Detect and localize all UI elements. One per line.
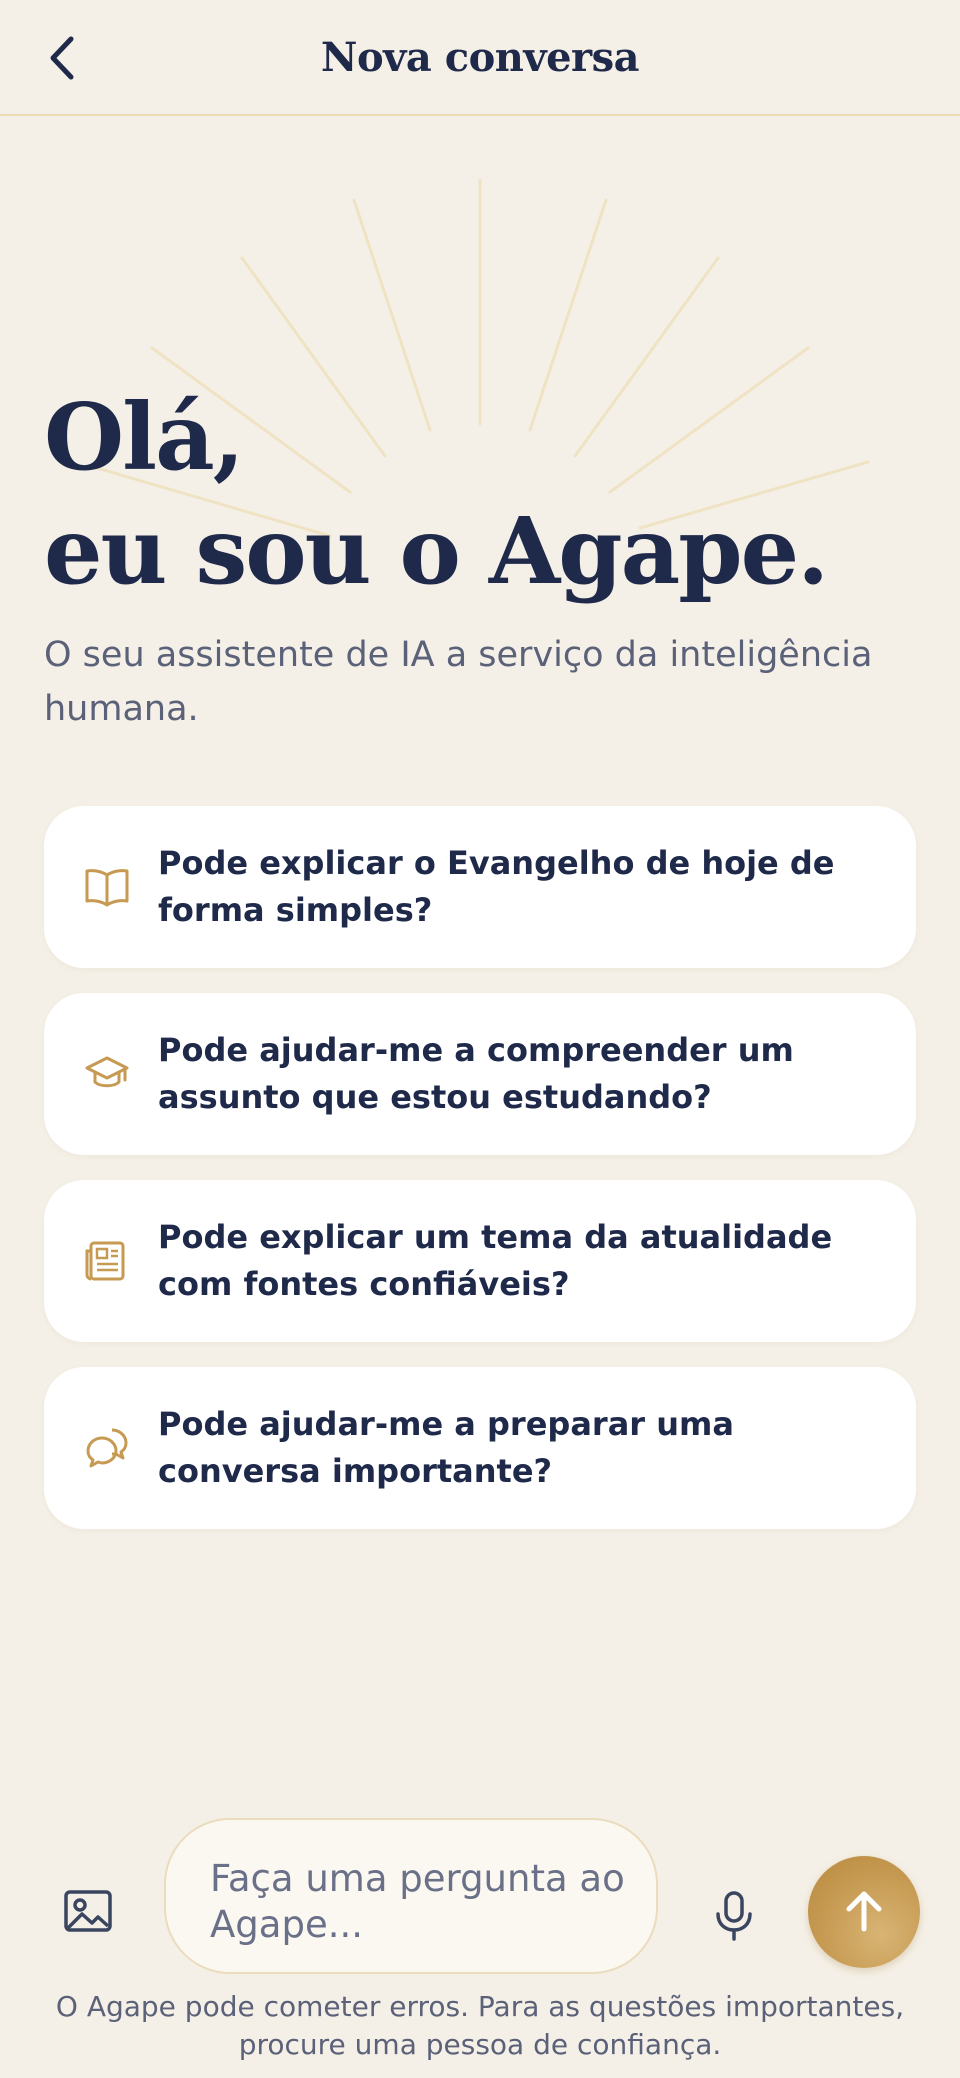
suggestion-list: Pode explicar o Evangelho de hoje de for… — [44, 806, 916, 1554]
suggestion-text: Pode ajudar-me a preparar uma conversa i… — [158, 1405, 734, 1490]
microphone-icon — [716, 1891, 752, 1941]
newspaper-icon — [82, 1236, 132, 1286]
message-composer: Faça uma pergunta ao Agape... — [0, 1810, 960, 1974]
greeting-line-1: Olá, — [44, 383, 245, 491]
page-title: Nova conversa — [320, 33, 640, 81]
microphone-button[interactable] — [712, 1890, 756, 1942]
disclaimer-text: O Agape pode cometer erros. Para as ques… — [55, 1990, 905, 2061]
book-open-icon — [82, 862, 132, 912]
arrow-up-icon — [846, 1891, 882, 1932]
suggestion-text: Pode explicar o Evangelho de hoje de for… — [158, 844, 835, 929]
suggestion-text: Pode explicar um tema da atualidade com … — [158, 1218, 833, 1303]
greeting-subtitle: O seu assistente de IA a serviço da inte… — [44, 635, 873, 729]
image-icon — [64, 1890, 112, 1932]
chat-bubbles-icon — [82, 1423, 132, 1473]
suggestion-card-gospel[interactable]: Pode explicar o Evangelho de hoje de for… — [44, 806, 916, 968]
back-button[interactable] — [36, 28, 88, 88]
suggestion-text: Pode ajudar-me a compreender um assunto … — [158, 1031, 794, 1116]
greeting-title: Olá, eu sou o Agape. — [44, 380, 924, 608]
suggestion-card-study[interactable]: Pode ajudar-me a compreender um assunto … — [44, 993, 916, 1155]
send-button[interactable] — [808, 1856, 920, 1968]
top-bar: Nova conversa — [0, 0, 960, 116]
suggestion-card-conversation[interactable]: Pode ajudar-me a preparar uma conversa i… — [44, 1367, 916, 1529]
greeting-line-2: eu sou o Agape. — [44, 497, 829, 605]
suggestion-card-news[interactable]: Pode explicar um tema da atualidade com … — [44, 1180, 916, 1342]
graduation-cap-icon — [82, 1049, 132, 1099]
chevron-left-icon — [50, 36, 74, 80]
message-input[interactable]: Faça uma pergunta ao Agape... — [164, 1818, 658, 1974]
attach-image-button[interactable] — [60, 1884, 116, 1940]
